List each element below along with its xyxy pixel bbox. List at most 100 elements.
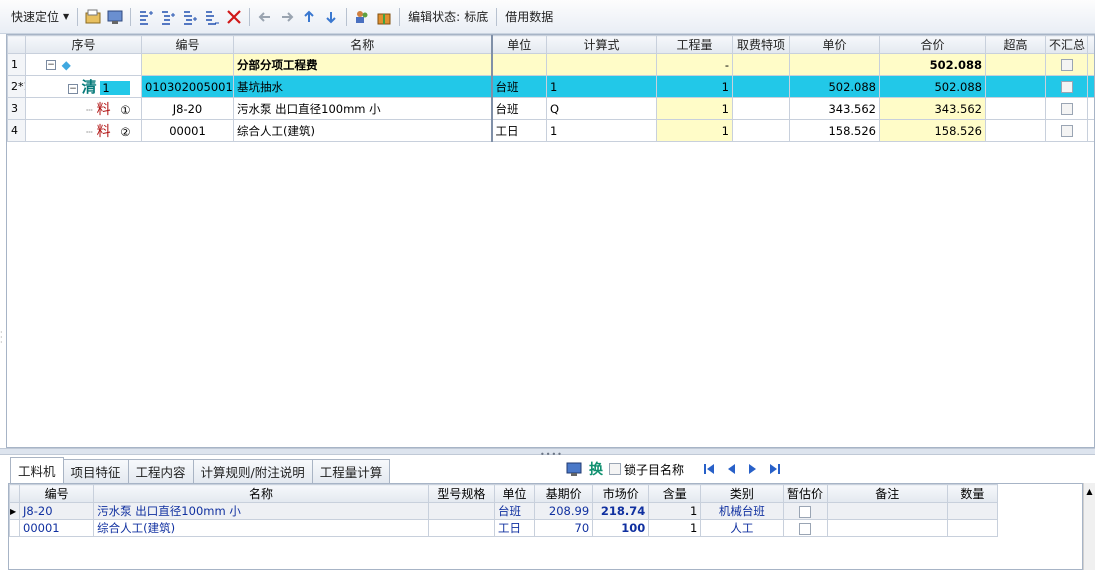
seq-cell[interactable]: ┄ 料 ② xyxy=(25,119,142,142)
monitor-icon[interactable] xyxy=(105,6,125,28)
collapse-icon[interactable]: − xyxy=(68,83,78,94)
unit-cell[interactable]: 工日 xyxy=(490,119,547,142)
market-price-cell[interactable]: 218.74 xyxy=(592,502,650,520)
total-cell[interactable]: 158.526 xyxy=(879,119,986,142)
quantity-cell[interactable]: 1 xyxy=(656,97,733,120)
content-cell[interactable]: 1 xyxy=(648,519,702,537)
estimate-checkbox[interactable] xyxy=(799,505,812,518)
unit-cell[interactable]: 台班 xyxy=(493,502,536,520)
column-header[interactable]: 类别 xyxy=(700,484,784,503)
arrow-down-icon[interactable] xyxy=(321,6,341,28)
price-cell[interactable] xyxy=(789,53,880,76)
fee-cell[interactable] xyxy=(732,75,790,98)
code-cell[interactable]: 00001 xyxy=(19,519,95,537)
remark-cell[interactable] xyxy=(826,502,948,520)
monitor-icon[interactable] xyxy=(564,458,584,480)
formula-cell[interactable]: Q xyxy=(546,97,657,120)
fee-cell[interactable] xyxy=(732,97,790,120)
total-cell[interactable]: 502.088 xyxy=(879,53,986,76)
total-cell[interactable]: 502.088 xyxy=(879,75,986,98)
table-row[interactable]: 00001 综合人工(建筑) 工日 70 100 1 人工 xyxy=(9,519,999,537)
unit-cell[interactable]: 台班 xyxy=(490,75,547,98)
seq-cell[interactable]: ┄ 料 ① xyxy=(25,97,142,120)
quantity-cell[interactable]: 1 xyxy=(656,75,733,98)
table-row[interactable]: 4 ┄ 料 ② 00001 综合人工(建筑) 工日 1 1 158.526 15… xyxy=(7,119,1094,142)
collapse-icon[interactable]: − xyxy=(46,60,56,70)
fee-cell[interactable] xyxy=(732,53,790,76)
formula-cell[interactable]: 1 xyxy=(546,75,657,98)
estimate-cell[interactable] xyxy=(782,502,828,520)
column-header[interactable]: 超高 xyxy=(985,35,1046,54)
fee-cell[interactable] xyxy=(732,119,790,142)
column-header[interactable]: 单价 xyxy=(789,35,880,54)
column-header[interactable]: 合价 xyxy=(879,35,986,54)
next-record-icon[interactable] xyxy=(743,458,763,480)
tab-calc-rules[interactable]: 计算规则/附注说明 xyxy=(192,459,313,483)
quantity-cell[interactable]: - xyxy=(656,53,733,76)
table-row[interactable]: 1 − ◆ 分部分项工程费 - 502.088 xyxy=(7,53,1094,76)
code-cell[interactable]: J8-20 xyxy=(19,502,95,520)
no-summary-checkbox[interactable] xyxy=(1060,59,1073,71)
column-header[interactable]: 不汇总 xyxy=(1045,35,1088,54)
name-cell[interactable]: 分部分项工程费 xyxy=(233,53,492,76)
gift-icon[interactable] xyxy=(374,6,394,28)
column-header[interactable]: 工程量 xyxy=(656,35,733,54)
spec-cell[interactable] xyxy=(427,502,495,520)
first-record-icon[interactable] xyxy=(699,458,719,480)
quantity-cell[interactable]: 1 xyxy=(656,119,733,142)
overheight-cell[interactable] xyxy=(985,75,1046,98)
price-cell[interactable]: 502.088 xyxy=(789,75,880,98)
open-folder-icon[interactable] xyxy=(83,6,103,28)
no-summary-cell[interactable] xyxy=(1045,97,1088,120)
category-cell[interactable]: 机械台班 xyxy=(700,502,784,520)
panel-grip[interactable]: · · · xyxy=(0,329,4,348)
base-price-cell[interactable]: 70 xyxy=(534,519,594,537)
base-price-cell[interactable]: 208.99 xyxy=(534,502,594,520)
code-cell[interactable]: J8-20 xyxy=(141,97,234,120)
amount-cell[interactable] xyxy=(946,519,999,537)
code-cell[interactable]: 010302005001 xyxy=(141,75,234,98)
tab-work-content[interactable]: 工程内容 xyxy=(127,459,194,483)
delete-icon[interactable] xyxy=(224,6,244,28)
indent-icon[interactable] xyxy=(180,6,200,28)
column-header[interactable]: 市场价 xyxy=(592,484,650,503)
remark-cell[interactable] xyxy=(826,519,948,537)
column-header[interactable]: 单位 xyxy=(490,35,547,54)
no-summary-cell[interactable] xyxy=(1045,75,1088,98)
column-header[interactable]: 备注 xyxy=(826,484,948,503)
total-cell[interactable]: 343.562 xyxy=(879,97,986,120)
unit-cell[interactable]: 台班 xyxy=(490,97,547,120)
code-cell[interactable] xyxy=(141,53,234,76)
tab-quantity-calc[interactable]: 工程量计算 xyxy=(311,459,391,483)
market-price-cell[interactable]: 100 xyxy=(592,519,650,537)
column-header[interactable]: 含量 xyxy=(648,484,702,503)
name-cell[interactable]: 综合人工(建筑) xyxy=(233,119,492,142)
column-header[interactable]: 数量 xyxy=(946,484,999,503)
column-header[interactable]: 计算式 xyxy=(546,35,657,54)
edit-status-value[interactable]: 标底 xyxy=(464,8,492,25)
table-row[interactable]: 3 ┄ 料 ① J8-20 污水泵 出口直径100mm 小 台班 Q 1 343… xyxy=(7,97,1094,120)
spec-cell[interactable] xyxy=(427,519,495,537)
arrow-right-icon[interactable] xyxy=(277,6,297,28)
formula-cell[interactable] xyxy=(546,53,657,76)
tab-item-features[interactable]: 项目特征 xyxy=(62,459,129,483)
seq-cell[interactable]: − ◆ xyxy=(25,53,142,76)
unit-cell[interactable]: 工日 xyxy=(493,519,536,537)
outdent-icon[interactable] xyxy=(202,6,222,28)
column-header[interactable]: 名称 xyxy=(233,35,492,54)
vertical-scrollbar[interactable]: ▲ xyxy=(1083,483,1095,570)
tab-labor-material-machine[interactable]: 工料机 xyxy=(10,457,64,483)
arrow-up-icon[interactable] xyxy=(299,6,319,28)
formula-cell[interactable]: 1 xyxy=(546,119,657,142)
swap-button[interactable]: 换 xyxy=(589,459,603,479)
column-header[interactable]: 型号规格 xyxy=(427,484,495,503)
table-row-selected[interactable]: 2*1 − 清 1 010302005001 基坑抽水 台班 1 1 502.0… xyxy=(7,75,1094,98)
seq-cell[interactable]: − 清 1 xyxy=(25,75,142,98)
price-cell[interactable]: 343.562 xyxy=(789,97,880,120)
code-cell[interactable]: 00001 xyxy=(141,119,234,142)
unit-cell[interactable] xyxy=(490,53,547,76)
overheight-cell[interactable] xyxy=(985,97,1046,120)
column-header[interactable]: 暂估价 xyxy=(782,484,828,503)
prev-record-icon[interactable] xyxy=(721,458,741,480)
borrow-data-button[interactable]: 借用数据 xyxy=(501,8,557,25)
